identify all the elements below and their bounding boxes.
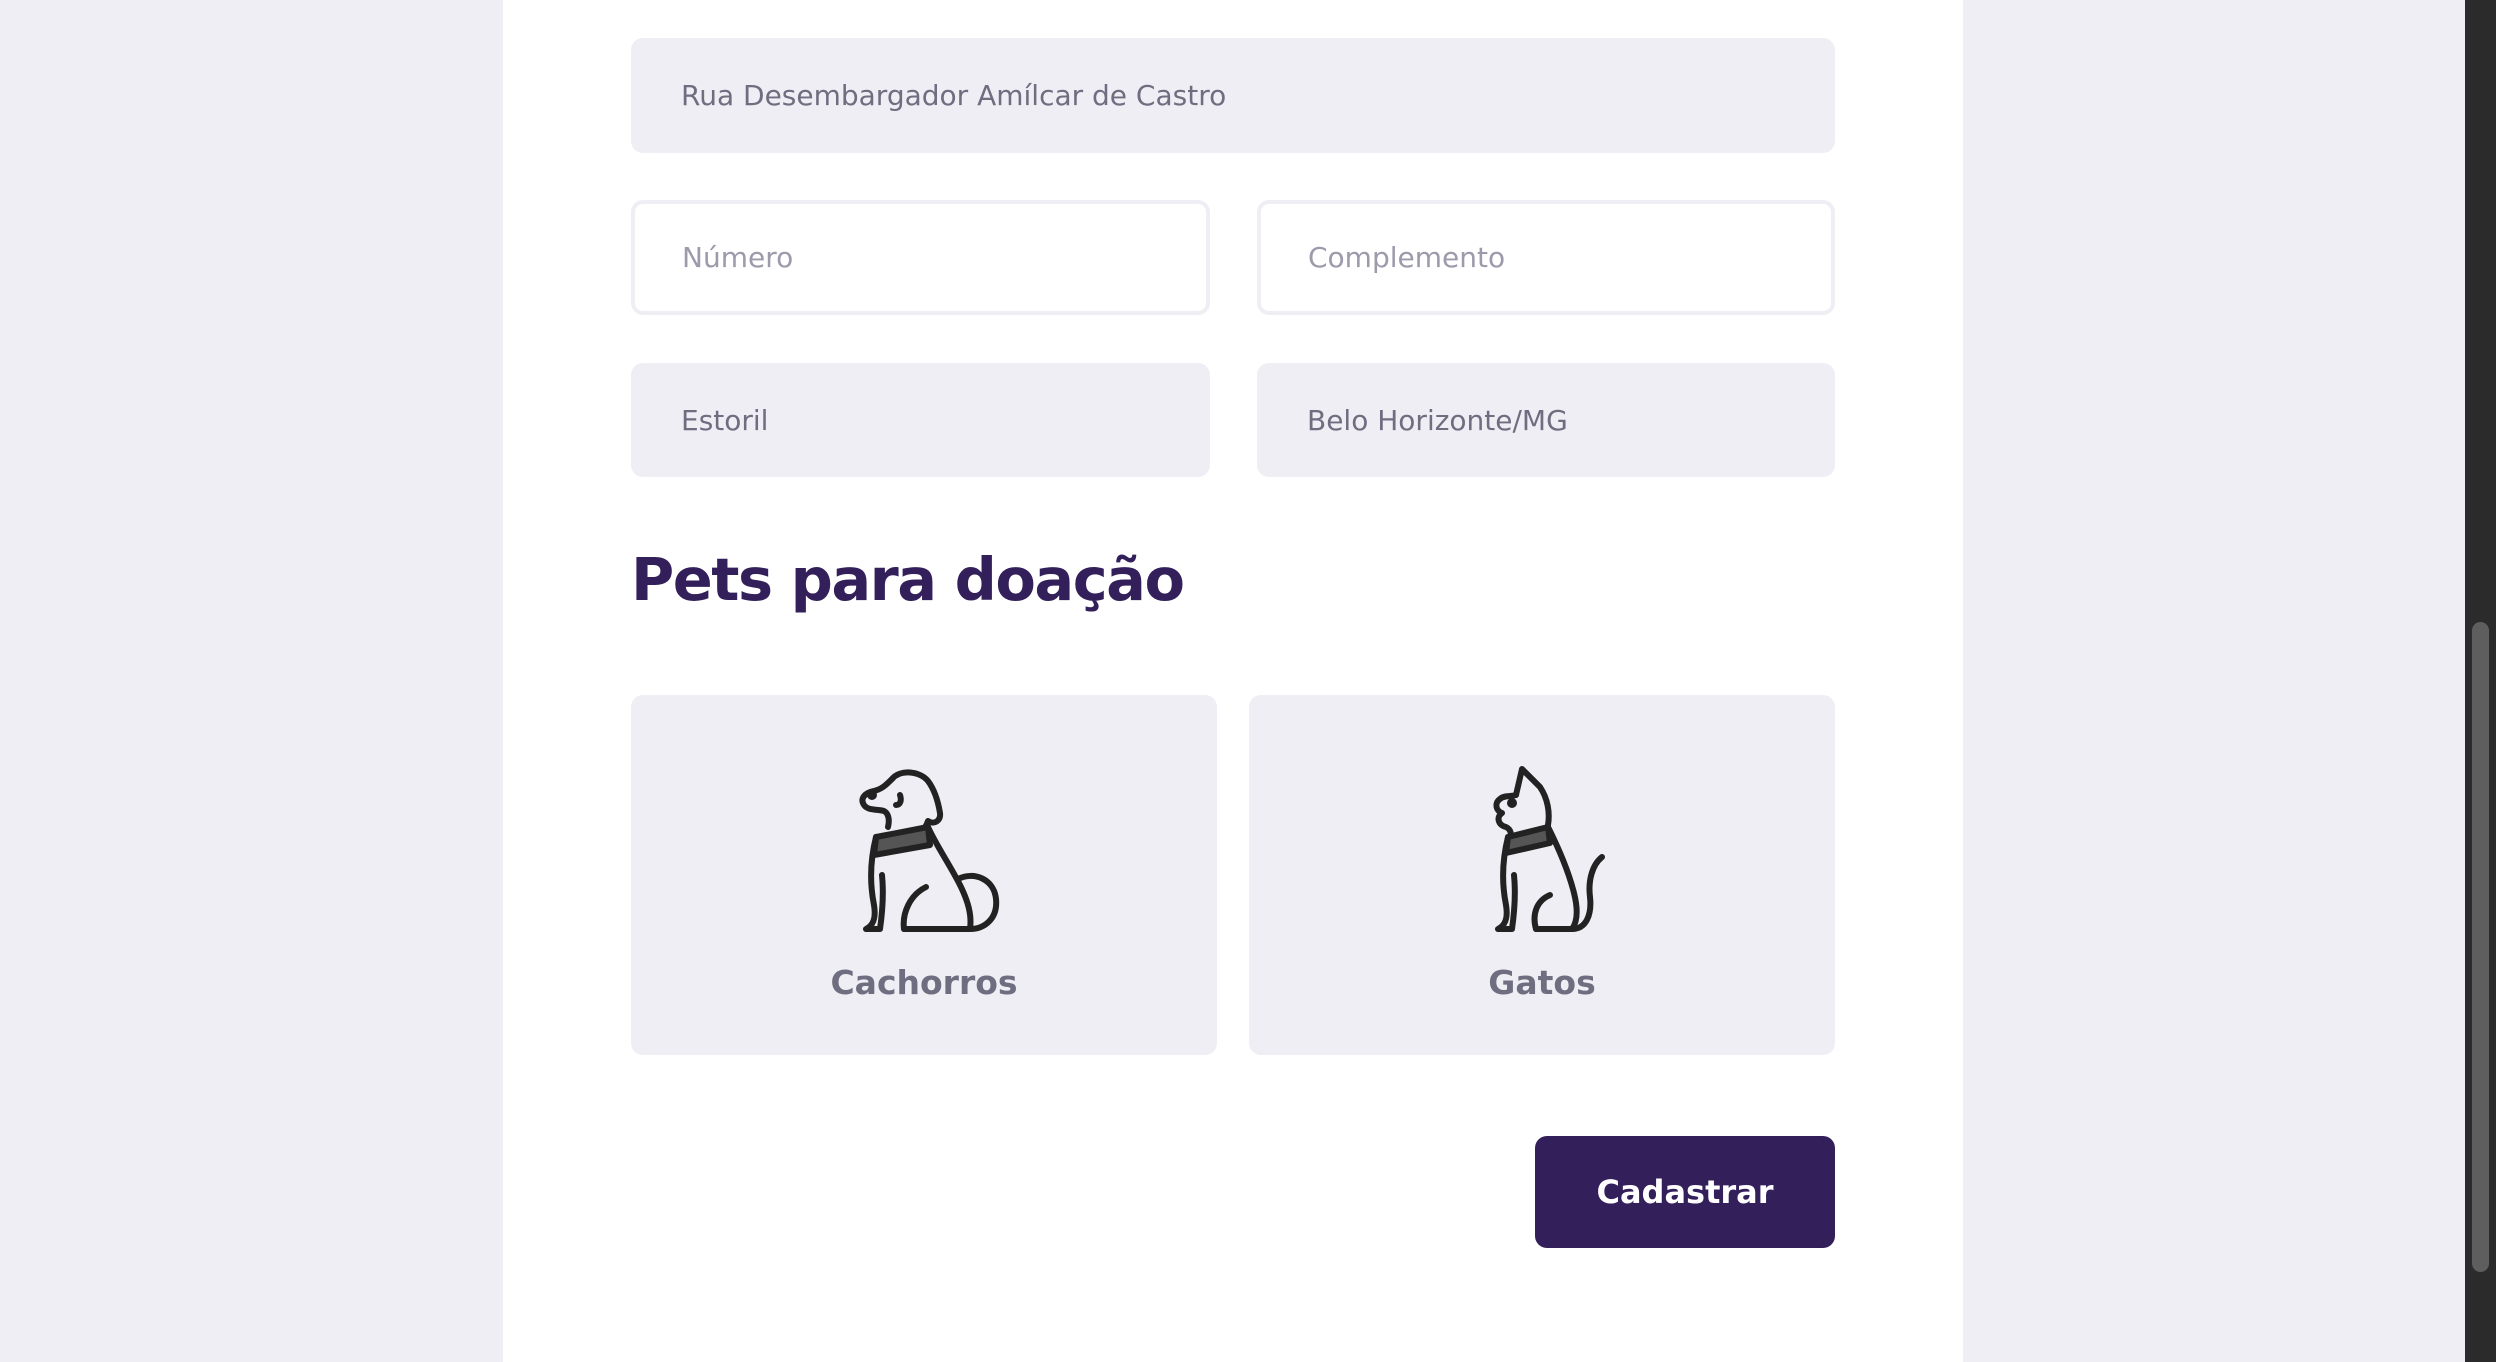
street-value: Rua Desembargador Amílcar de Castro: [681, 79, 1227, 112]
pet-option-dogs-label: Cachorros: [830, 963, 1018, 1002]
neighborhood-field[interactable]: Estoril: [631, 363, 1210, 477]
city-field[interactable]: Belo Horizonte/MG: [1257, 363, 1835, 477]
street-field[interactable]: Rua Desembargador Amílcar de Castro: [631, 38, 1835, 153]
pet-option-dogs[interactable]: Cachorros: [631, 695, 1217, 1055]
city-value: Belo Horizonte/MG: [1307, 403, 1568, 437]
pet-option-cats-label: Gatos: [1488, 963, 1596, 1002]
number-input[interactable]: [682, 241, 1206, 274]
cat-icon: [1493, 766, 1605, 932]
submit-button[interactable]: Cadastrar: [1535, 1136, 1835, 1248]
scrollbar[interactable]: [2465, 0, 2496, 1362]
pets-section-title: Pets para doação: [631, 545, 1185, 614]
scrollbar-thumb[interactable]: [2472, 622, 2489, 1272]
number-field[interactable]: [631, 200, 1210, 315]
neighborhood-value: Estoril: [681, 403, 769, 437]
pet-option-cats[interactable]: Gatos: [1249, 695, 1835, 1055]
dog-icon: [859, 769, 1000, 932]
complement-field[interactable]: [1257, 200, 1835, 315]
complement-input[interactable]: [1308, 241, 1831, 274]
